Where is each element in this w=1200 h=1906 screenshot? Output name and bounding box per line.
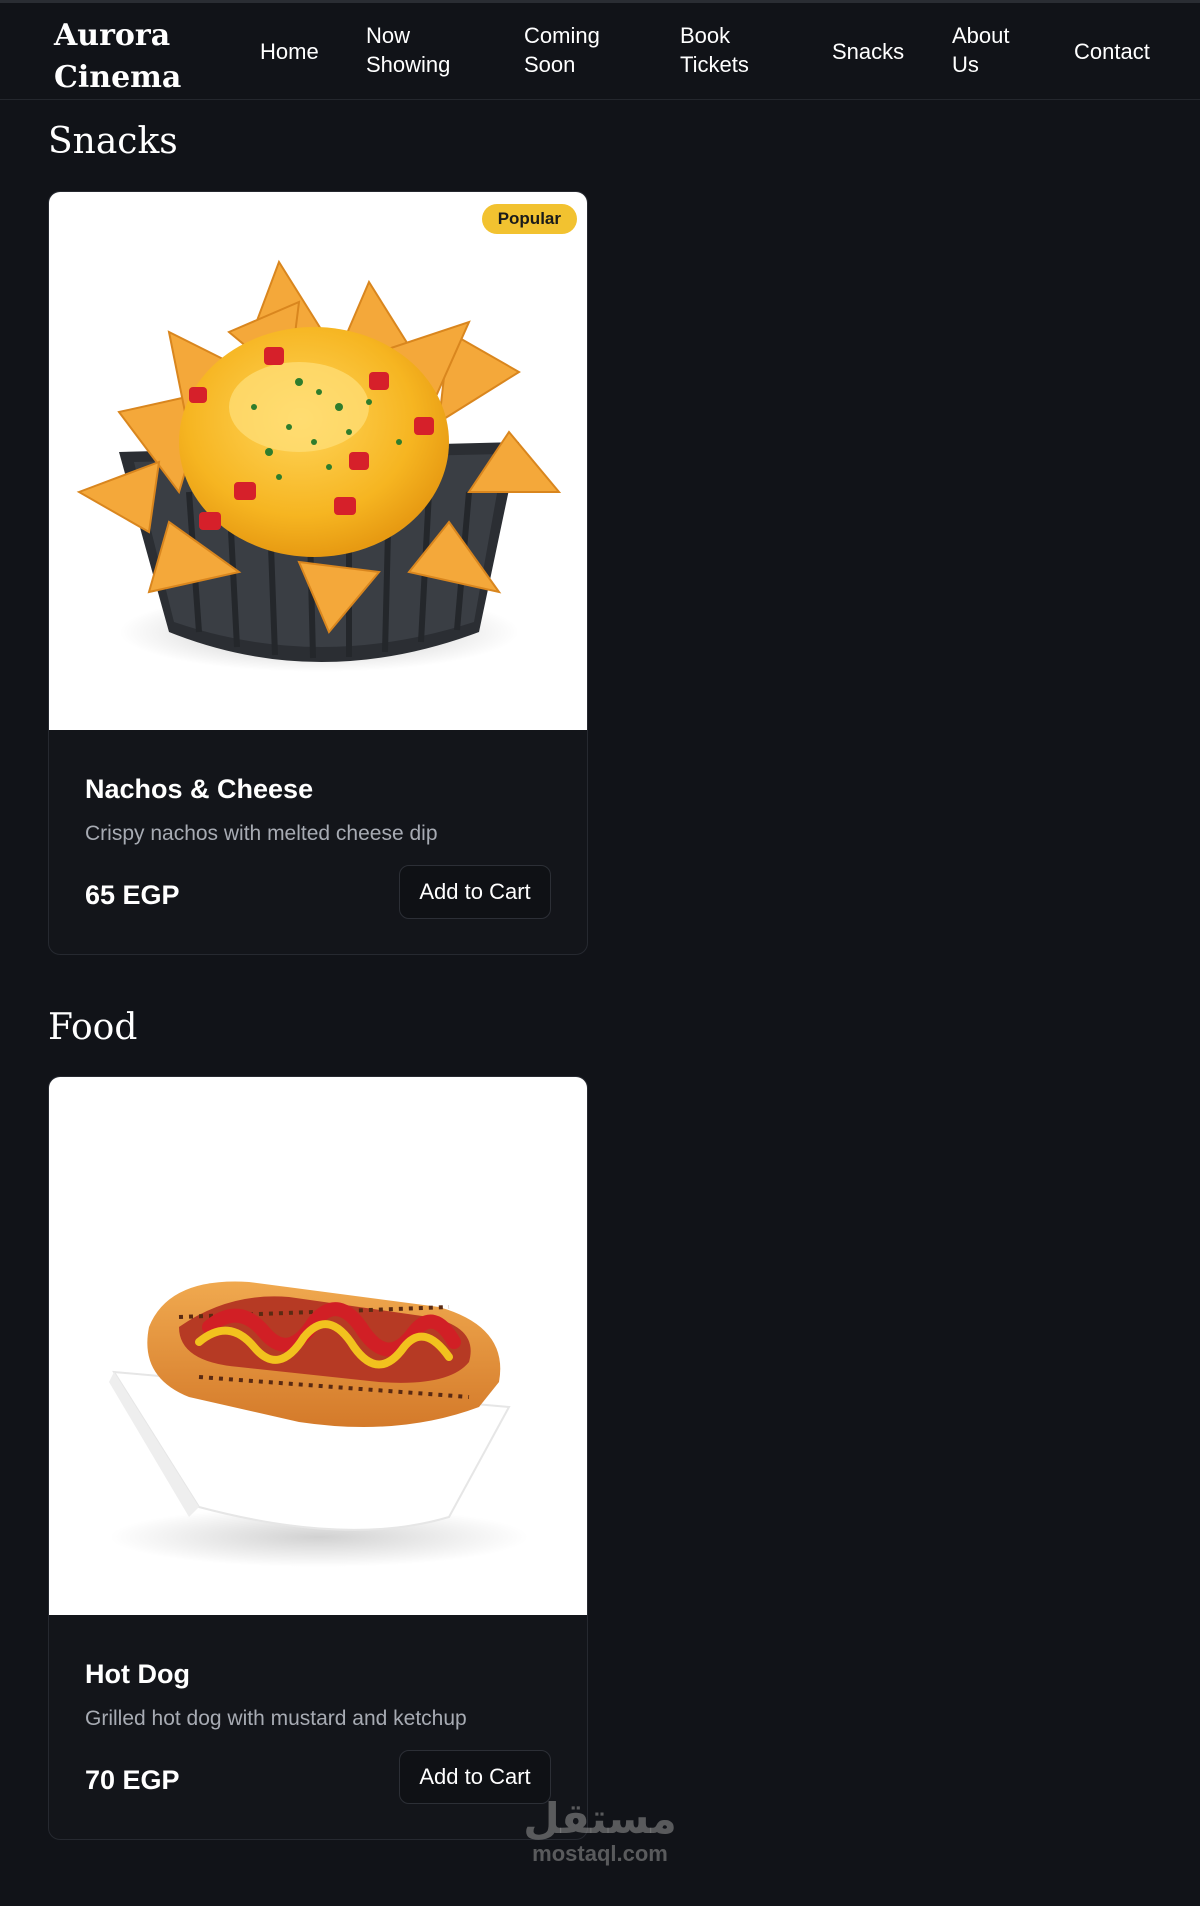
nachos-illustration	[76, 259, 562, 672]
nav-coming-soon-line-2: Soon	[524, 52, 576, 77]
watermark: مستقل mostaql.com	[520, 1796, 680, 1866]
brand-line-1: Aurora	[54, 18, 171, 53]
product-card-nachos: Popular Nachos & Cheese Crispy nachos wi…	[48, 191, 588, 955]
product-name: Nachos & Cheese	[85, 774, 314, 804]
page: Aurora Cinema Home Now Showing Coming So…	[0, 0, 1200, 1906]
section-title-snacks: Snacks	[48, 121, 178, 162]
watermark-arabic: مستقل	[523, 1794, 677, 1843]
add-to-cart-button[interactable]: Add to Cart	[399, 865, 551, 919]
hotdog-illustration	[109, 1281, 529, 1567]
brand-line-2: Cinema	[54, 60, 182, 95]
nav-book-tickets-line-2: Tickets	[680, 52, 749, 77]
watermark-latin: mostaql.com	[532, 1841, 668, 1866]
card-body: Nachos & Cheese Crispy nachos with melte…	[49, 730, 587, 954]
nav-about-us-line-2: Us	[952, 52, 979, 77]
popular-badge: Popular	[481, 204, 577, 234]
product-card-hotdog: Hot Dog Grilled hot dog with mustard and…	[48, 1076, 588, 1840]
card-body: Hot Dog Grilled hot dog with mustard and…	[49, 1615, 587, 1839]
nav-coming-soon-line-1: Coming	[524, 23, 600, 48]
nav-book-tickets-line-1: Book	[680, 23, 731, 48]
nav-book-tickets[interactable]: Book Tickets	[680, 21, 749, 79]
nav-about-us-line-1: About	[952, 23, 1010, 48]
nav-now-showing[interactable]: Now Showing	[366, 21, 450, 79]
hotdog-image	[49, 1077, 587, 1615]
nav-snacks[interactable]: Snacks	[832, 37, 904, 66]
nav-contact[interactable]: Contact	[1074, 37, 1150, 66]
product-name: Hot Dog	[85, 1659, 190, 1689]
nav-coming-soon[interactable]: Coming Soon	[524, 21, 600, 79]
section-title-food: Food	[48, 1007, 138, 1048]
nav-home[interactable]: Home	[260, 37, 319, 66]
nav-now-showing-line-2: Showing	[366, 52, 451, 77]
brand-logo[interactable]: Aurora Cinema	[54, 15, 204, 99]
site-header: Aurora Cinema Home Now Showing Coming So…	[0, 0, 1200, 100]
nav-about-us[interactable]: About Us	[952, 21, 1010, 79]
nachos-image: Popular	[49, 192, 587, 730]
nav-now-showing-line-1: Now	[366, 23, 411, 48]
product-description: Grilled hot dog with mustard and ketchup	[85, 1707, 467, 1730]
product-description: Crispy nachos with melted cheese dip	[85, 822, 438, 845]
product-price: 70 EGP	[85, 1765, 180, 1795]
product-price: 65 EGP	[85, 880, 180, 910]
